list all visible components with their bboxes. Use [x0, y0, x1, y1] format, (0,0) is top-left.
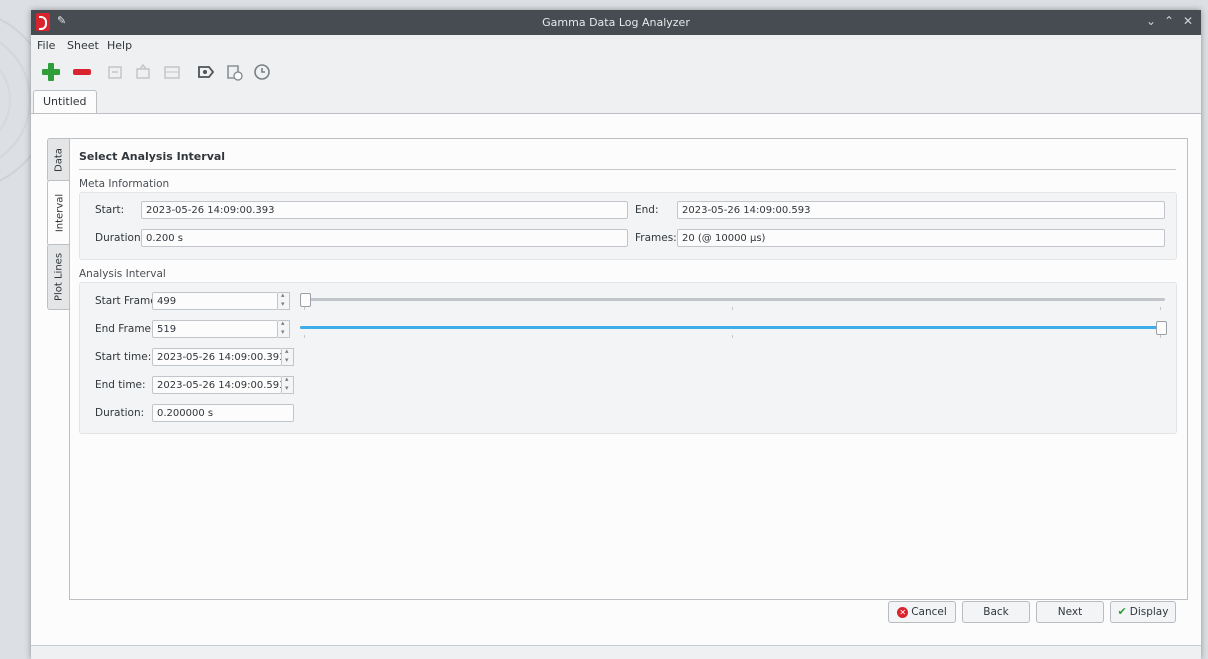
menu-help[interactable]: Help: [107, 39, 132, 52]
display-button[interactable]: ✔ Display: [1110, 601, 1176, 623]
slider-tick: [1160, 335, 1161, 338]
slider-tick: [1160, 307, 1161, 310]
meta-frames-label: Frames:: [635, 232, 677, 244]
next-button[interactable]: Next: [1036, 601, 1104, 623]
meta-start-label: Start:: [95, 204, 125, 216]
menu-bar: File Sheet Help: [31, 35, 1201, 55]
record-icon[interactable]: [195, 61, 217, 83]
meta-end-label: End:: [635, 204, 659, 216]
tab-untitled[interactable]: Untitled: [33, 90, 97, 113]
start-frame-slider[interactable]: [300, 298, 1165, 301]
cancel-icon: ✕: [897, 606, 909, 618]
back-label: Back: [983, 606, 1009, 618]
menu-file[interactable]: File: [37, 39, 55, 52]
title-divider: [79, 169, 1176, 170]
tab-plot-lines-label: Plot Lines: [53, 252, 65, 302]
analysis-group: Start Frame: 499 End Frame: 519 Start: [79, 282, 1177, 434]
start-time-spin-buttons[interactable]: [282, 347, 294, 366]
import-icon[interactable]: [104, 61, 126, 83]
meta-section-label: Meta Information: [79, 178, 170, 190]
end-frame-slider-fill: [300, 326, 1161, 329]
tab-data[interactable]: Data: [47, 138, 70, 182]
end-time-label: End time:: [95, 379, 146, 391]
checkmark-icon: ✔: [1117, 605, 1127, 618]
slider-tick: [304, 335, 305, 338]
add-sheet-icon[interactable]: [40, 61, 62, 83]
table-icon[interactable]: [161, 61, 183, 83]
meta-duration-label: Duration:: [95, 232, 145, 244]
app-window: ✎ Gamma Data Log Analyzer ⌄ ⌃ ✕ File She…: [31, 10, 1201, 659]
tab-data-label: Data: [53, 148, 65, 172]
end-frame-label: End Frame:: [95, 323, 155, 335]
meta-group: Start: 2023-05-26 14:09:00.393 End: 2023…: [79, 192, 1177, 260]
meta-end-field[interactable]: 2023-05-26 14:09:00.593: [677, 201, 1165, 219]
duration-label: Duration:: [95, 407, 145, 419]
remove-sheet-icon[interactable]: [71, 61, 93, 83]
export-icon[interactable]: [132, 61, 154, 83]
back-button[interactable]: Back: [962, 601, 1030, 623]
document-tab-bar: Untitled: [31, 87, 1201, 114]
slider-tick: [732, 307, 733, 310]
meta-frames-field[interactable]: 20 (@ 10000 µs): [677, 229, 1165, 247]
cancel-button[interactable]: ✕ Cancel: [888, 601, 956, 623]
tab-interval-label: Interval: [54, 193, 65, 233]
maximize-icon[interactable]: ⌃: [1164, 14, 1174, 28]
end-time-field[interactable]: 2023-05-26 14:09:00.593: [152, 376, 282, 394]
start-frame-spin-buttons[interactable]: [278, 291, 290, 310]
slider-tick: [732, 335, 733, 338]
status-bar: [31, 645, 1201, 659]
cancel-label: Cancel: [911, 606, 947, 618]
start-frame-spinbox[interactable]: 499: [152, 292, 278, 310]
page-title: Select Analysis Interval: [79, 150, 226, 163]
tab-plot-lines[interactable]: Plot Lines: [47, 244, 70, 310]
end-frame-spinbox[interactable]: 519: [152, 320, 278, 338]
clock-icon[interactable]: [251, 61, 273, 83]
title-bar: ✎ Gamma Data Log Analyzer ⌄ ⌃ ✕: [31, 10, 1201, 35]
duration-field[interactable]: 0.200000 s: [152, 404, 294, 422]
start-time-label: Start time:: [95, 351, 152, 363]
minimize-icon[interactable]: ⌄: [1146, 14, 1156, 28]
end-frame-slider-handle[interactable]: [1156, 321, 1167, 335]
next-label: Next: [1057, 606, 1083, 618]
start-time-field[interactable]: 2023-05-26 14:09:00.393: [152, 348, 282, 366]
tab-interval[interactable]: Interval: [47, 180, 71, 246]
interval-page: Select Analysis Interval Meta Informatio…: [69, 138, 1188, 600]
menu-sheet[interactable]: Sheet: [67, 39, 99, 52]
end-frame-spin-buttons[interactable]: [278, 319, 290, 338]
close-icon[interactable]: ✕: [1183, 14, 1193, 28]
window-title: Gamma Data Log Analyzer: [542, 16, 690, 29]
display-label: Display: [1129, 606, 1169, 618]
meta-start-field[interactable]: 2023-05-26 14:09:00.393: [141, 201, 628, 219]
slider-tick: [304, 307, 305, 310]
toolbar: [31, 56, 1201, 86]
start-frame-label: Start Frame:: [95, 295, 161, 307]
analysis-section-label: Analysis Interval: [79, 268, 166, 280]
sheet-area: Data Interval Plot Lines Select Analysis…: [31, 114, 1201, 659]
start-frame-slider-handle[interactable]: [300, 293, 311, 307]
end-time-spin-buttons[interactable]: [282, 375, 294, 394]
meta-duration-field[interactable]: 0.200 s: [141, 229, 628, 247]
clear-icon[interactable]: [223, 61, 245, 83]
